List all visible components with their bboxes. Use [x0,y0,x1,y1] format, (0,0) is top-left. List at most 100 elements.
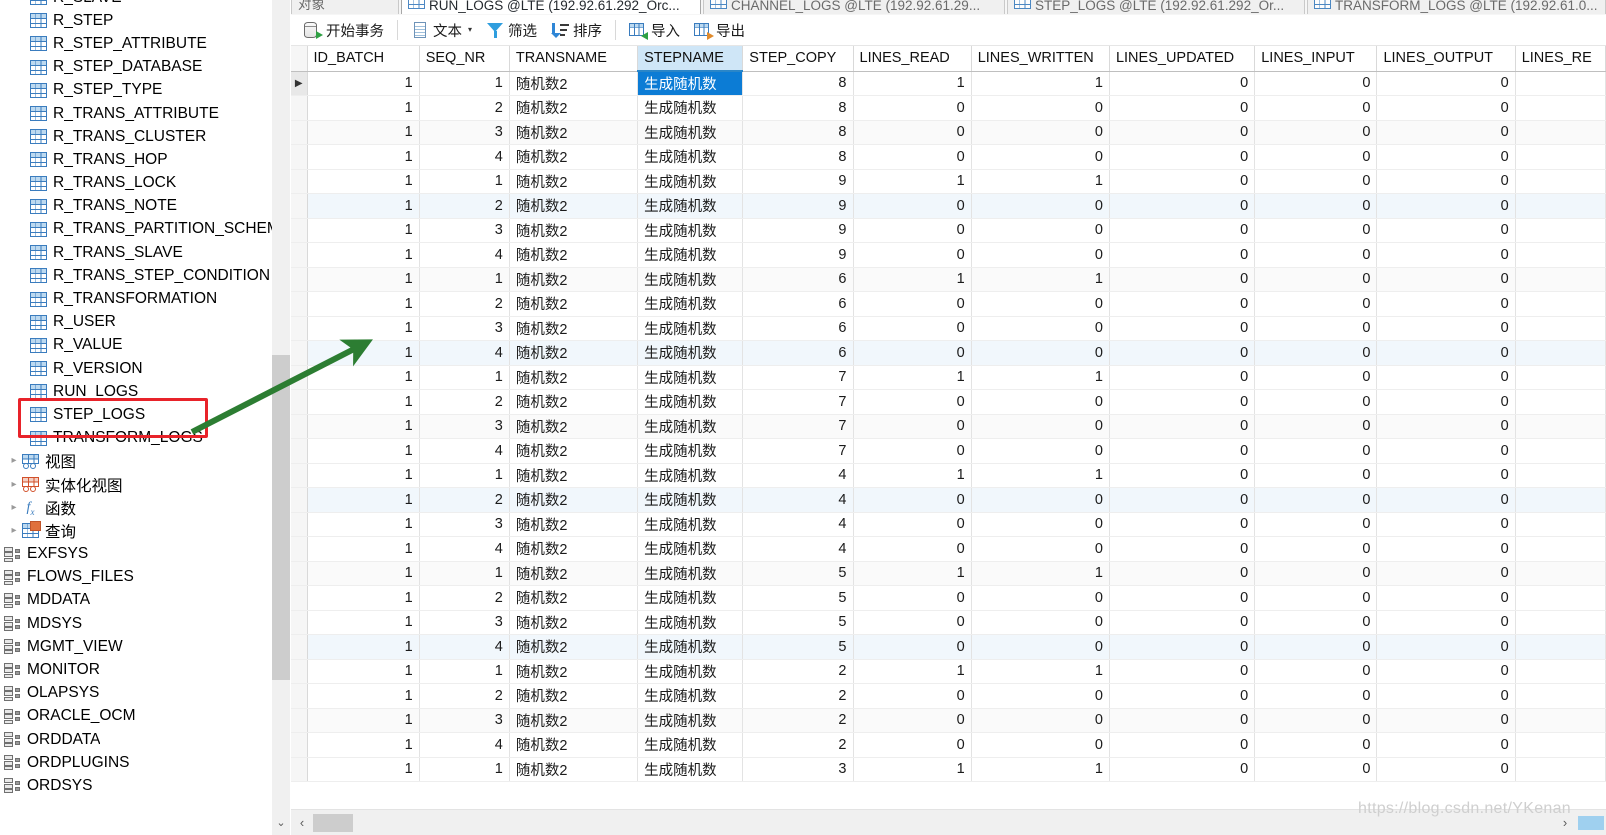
grid-horizontal-scrollbar[interactable]: ‹ › [291,809,1606,835]
cell-seq_nr[interactable]: 4 [419,242,510,268]
table-row[interactable]: 1 1 随机数2 生成随机数 9 1 1 0 0 0 [291,169,1606,194]
table-row[interactable]: 1 2 随机数2 生成随机数 4 0 0 0 0 0 [291,487,1606,513]
cell-lines_read[interactable]: 0 [853,120,972,145]
cell-lines_input[interactable]: 0 [1254,634,1378,660]
chevron-right-icon[interactable]: › [1556,813,1574,833]
cell-lines_read[interactable]: 0 [853,732,972,758]
tree-item-mddata[interactable]: MDDATA [0,589,272,612]
cell-lines_updated[interactable]: 0 [1109,340,1256,366]
cell-stepname[interactable]: 生成随机数 [637,242,744,268]
cell-stepname[interactable]: 生成随机数 [637,120,744,145]
cell-lines_input[interactable]: 0 [1254,414,1378,439]
cell-stepname[interactable]: 生成随机数 [637,708,744,733]
cell-lines_written[interactable]: 0 [971,340,1110,366]
cell-transname[interactable]: 随机数2 [509,120,639,145]
cell-transname[interactable]: 随机数2 [509,708,639,733]
cell-lines_read[interactable]: 0 [853,536,972,562]
row-marker[interactable] [291,659,308,684]
cell-lines_updated[interactable]: 0 [1109,71,1256,96]
cell-lines_updated[interactable]: 0 [1109,95,1256,121]
row-marker[interactable] [291,242,308,268]
editor-tab-3[interactable]: STEP_LOGS @LTE (192.92.61.292_Or... [1007,0,1305,14]
row-marker[interactable] [291,487,308,513]
cell-lines_input[interactable]: 0 [1254,218,1378,243]
row-marker[interactable] [291,536,308,562]
cell-seq_nr[interactable]: 4 [419,144,510,170]
cell-step_copy[interactable]: 2 [742,708,854,733]
table-row[interactable]: 1 1 随机数2 生成随机数 7 1 1 0 0 0 [291,365,1606,390]
cell-id_batch[interactable]: 1 [307,438,420,464]
row-marker[interactable] [291,683,308,709]
cell-lines_re[interactable] [1515,732,1606,758]
cell-lines_written[interactable]: 1 [971,71,1110,96]
cell-lines_updated[interactable]: 0 [1109,536,1256,562]
cell-lines_updated[interactable]: 0 [1109,169,1256,194]
expander-icon[interactable]: ▸ [6,456,22,466]
cell-step_copy[interactable]: 4 [742,512,854,537]
cell-seq_nr[interactable]: 4 [419,536,510,562]
data-grid-viewport[interactable]: ID_BATCH SEQ_NR TRANSNAME STEPNAME STEP_COPY… [291,46,1606,793]
cell-stepname[interactable]: 生成随机数 [637,414,744,439]
cell-stepname[interactable]: 生成随机数 [637,585,744,611]
cell-transname[interactable]: 随机数2 [509,585,639,611]
cell-stepname[interactable]: 生成随机数 [637,561,744,586]
cell-id_batch[interactable]: 1 [307,659,420,684]
table-row[interactable]: 1 1 随机数2 生成随机数 3 1 1 0 0 0 [291,757,1606,782]
tree-item-olapsys[interactable]: OLAPSYS [0,682,272,705]
cell-seq_nr[interactable]: 1 [419,71,510,96]
cell-transname[interactable]: 随机数2 [509,438,639,464]
cell-lines_output[interactable]: 0 [1376,487,1516,513]
cell-lines_read[interactable]: 0 [853,634,972,660]
tree-item-r-trans-hop[interactable]: R_TRANS_HOP [0,148,272,171]
begin-transaction-button[interactable]: 开始事务 [297,17,391,43]
cell-lines_input[interactable]: 0 [1254,610,1378,635]
cell-lines_updated[interactable]: 0 [1109,683,1256,709]
cell-lines_updated[interactable]: 0 [1109,316,1256,341]
cell-transname[interactable]: 随机数2 [509,242,639,268]
cell-stepname[interactable]: 生成随机数 [637,659,744,684]
table-row[interactable]: 1 1 随机数2 生成随机数 5 1 1 0 0 0 [291,561,1606,586]
cell-lines_written[interactable]: 0 [971,414,1110,439]
cell-lines_read[interactable]: 0 [853,438,972,464]
tree-item-oracle-ocm[interactable]: ORACLE_OCM [0,705,272,728]
table-row[interactable]: 1 1 随机数2 生成随机数 4 1 1 0 0 0 [291,463,1606,488]
cell-lines_updated[interactable]: 0 [1109,512,1256,537]
cell-lines_written[interactable]: 0 [971,291,1110,317]
cell-lines_read[interactable]: 0 [853,95,972,121]
tree-item-r-step[interactable]: R_STEP [0,9,272,32]
export-button[interactable]: 导出 [687,17,752,43]
cell-lines_updated[interactable]: 0 [1109,414,1256,439]
cell-lines_read[interactable]: 0 [853,487,972,513]
cell-lines_read[interactable]: 0 [853,291,972,317]
cell-stepname[interactable]: 生成随机数 [637,193,744,219]
cell-lines_read[interactable]: 1 [853,757,972,782]
table-row[interactable]: 1 3 随机数2 生成随机数 4 0 0 0 0 0 [291,512,1606,537]
cell-seq_nr[interactable]: 2 [419,487,510,513]
cell-lines_re[interactable] [1515,610,1606,635]
tree-item-r-trans-step-condition[interactable]: R_TRANS_STEP_CONDITION [0,264,272,287]
row-marker[interactable] [291,732,308,758]
editor-tab-4[interactable]: TRANSFORM_LOGS @LTE (192.92.61.0... [1307,0,1606,14]
cell-step_copy[interactable]: 4 [742,487,854,513]
cell-lines_updated[interactable]: 0 [1109,659,1256,684]
table-row[interactable]: 1 3 随机数2 生成随机数 6 0 0 0 0 0 [291,316,1606,341]
cell-lines_read[interactable]: 0 [853,512,972,537]
cell-lines_re[interactable] [1515,218,1606,243]
editor-tab-0[interactable]: 对象 [291,0,399,14]
cell-lines_updated[interactable]: 0 [1109,463,1256,488]
cell-seq_nr[interactable]: 4 [419,340,510,366]
table-row[interactable]: 1 2 随机数2 生成随机数 8 0 0 0 0 0 [291,95,1606,121]
editor-tab-2[interactable]: CHANNEL_LOGS @LTE (192.92.61.29... [703,0,1005,14]
cell-lines_written[interactable]: 0 [971,732,1110,758]
cell-lines_written[interactable]: 0 [971,708,1110,733]
cell-lines_output[interactable]: 0 [1376,316,1516,341]
cell-seq_nr[interactable]: 3 [419,610,510,635]
tree-item-step-logs[interactable]: STEP_LOGS [0,403,272,426]
cell-step_copy[interactable]: 9 [742,169,854,194]
cell-lines_input[interactable]: 0 [1254,267,1378,292]
column-header-lines_re[interactable]: LINES_RE [1515,46,1606,72]
cell-id_batch[interactable]: 1 [307,634,420,660]
cell-lines_output[interactable]: 0 [1376,340,1516,366]
table-row[interactable]: 1 2 随机数2 生成随机数 9 0 0 0 0 0 [291,193,1606,219]
cell-seq_nr[interactable]: 2 [419,193,510,219]
